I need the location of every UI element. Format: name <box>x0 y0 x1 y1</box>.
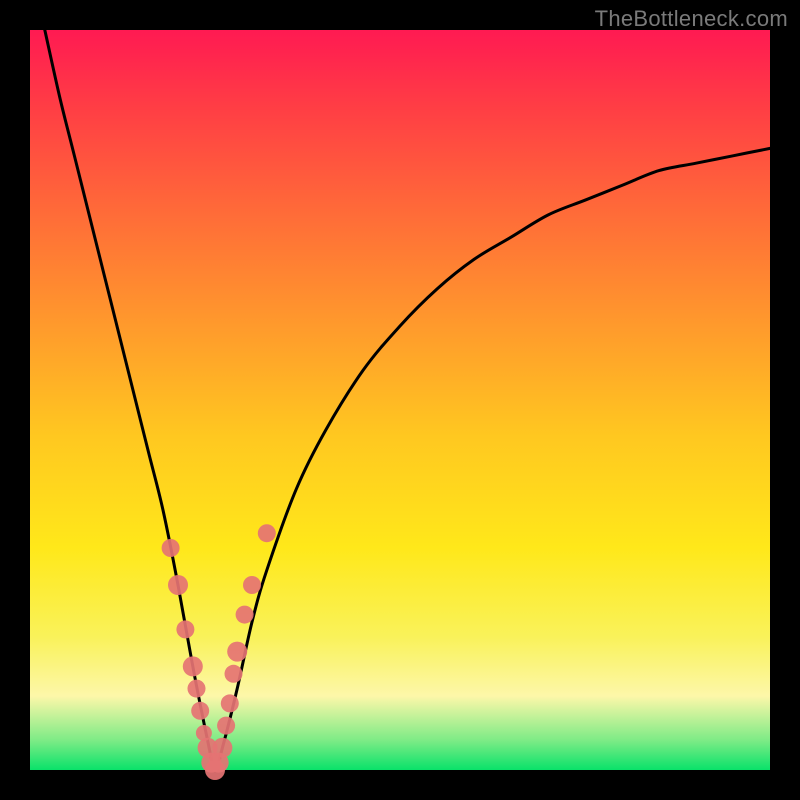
marker-dot <box>225 665 243 683</box>
marker-dot <box>162 539 180 557</box>
chart-frame: TheBottleneck.com <box>0 0 800 800</box>
marker-dot <box>217 717 235 735</box>
marker-dot <box>176 620 194 638</box>
marker-dot <box>236 606 254 624</box>
marker-dot <box>227 642 247 662</box>
marker-dot <box>168 575 188 595</box>
marker-dot <box>221 694 239 712</box>
marker-dot <box>258 524 276 542</box>
watermark-text: TheBottleneck.com <box>595 6 788 32</box>
marker-dots-group <box>162 524 276 780</box>
plot-area <box>30 30 770 770</box>
chart-svg <box>30 30 770 770</box>
marker-dot <box>183 656 203 676</box>
marker-dot <box>243 576 261 594</box>
marker-dot <box>212 738 232 758</box>
marker-dot <box>191 702 209 720</box>
marker-dot <box>188 680 206 698</box>
bottleneck-curve <box>45 30 770 770</box>
